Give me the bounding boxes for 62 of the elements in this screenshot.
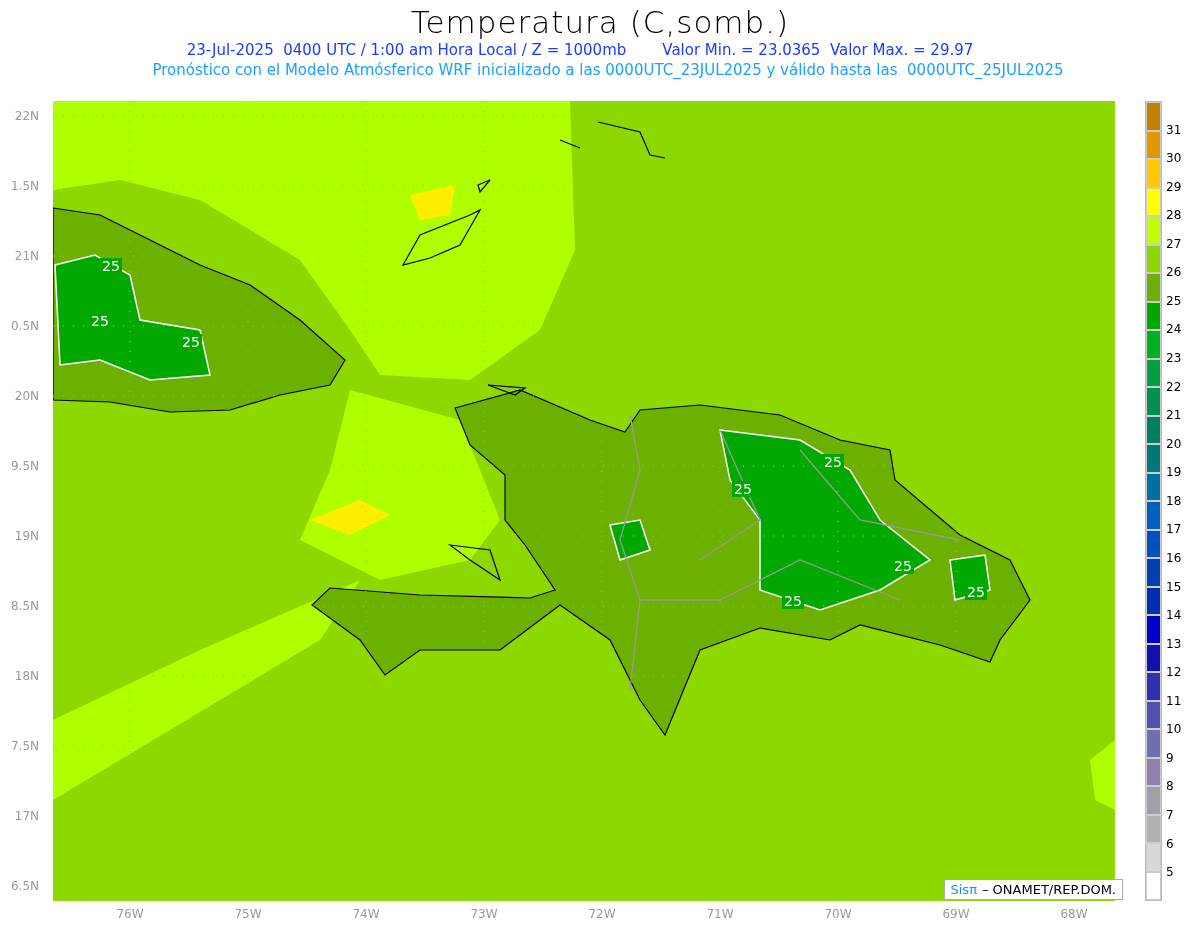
latitude-label: 9.5N bbox=[9, 459, 40, 475]
scale-label: 30 bbox=[1166, 150, 1182, 168]
model-info-text: Pronóstico con el Modelo Atmósferico WRF inicializado a las 0000UTC_23JUL2025 y válido hasta las 0000UTC_25JUL2025 bbox=[152, 60, 1064, 80]
longitude-label: 69W bbox=[941, 907, 971, 921]
longitude-label: 76W bbox=[115, 907, 145, 921]
longitude-label: 71W bbox=[705, 907, 735, 921]
longitude-label: 72W bbox=[587, 907, 617, 921]
scale-label: 13 bbox=[1166, 635, 1182, 653]
latitude-label: 7.5N bbox=[9, 739, 40, 755]
scale-label: 10 bbox=[1166, 721, 1182, 739]
scale-label: 22 bbox=[1166, 378, 1182, 396]
map-title: Temperatura (C,somb.) bbox=[410, 4, 790, 40]
longitude-label: 74W bbox=[351, 907, 381, 921]
latitude-label: 19N bbox=[13, 529, 40, 545]
latitude-label: 18N bbox=[13, 669, 40, 685]
longitude-label: 75W bbox=[233, 907, 263, 921]
latitude-label: 17N bbox=[13, 809, 40, 825]
longitude-label: 70W bbox=[823, 907, 853, 921]
contour-label: 25 bbox=[892, 558, 914, 574]
contour-label: 25 bbox=[89, 313, 111, 329]
credit-text: – ONAMET/REP.DOM. bbox=[981, 882, 1116, 897]
scale-label: 23 bbox=[1166, 350, 1182, 368]
forecast-time-text: 23-Jul-2025 0400 UTC / 1:00 am Hora Local / Z = 1000mb bbox=[186, 40, 627, 60]
latitude-label: 8.5N bbox=[9, 599, 40, 615]
scale-label: 5 bbox=[1166, 864, 1175, 882]
scale-label: 31 bbox=[1166, 121, 1182, 139]
scale-label: 19 bbox=[1166, 464, 1182, 482]
scale-label: 7 bbox=[1166, 807, 1175, 825]
scale-label: 20 bbox=[1166, 435, 1182, 453]
latitude-label: 1.5N bbox=[9, 179, 40, 195]
scale-label: 25 bbox=[1166, 292, 1182, 310]
contour-label: 25 bbox=[180, 334, 202, 350]
contour-label: 25 bbox=[782, 593, 804, 609]
contour-label: 25 bbox=[822, 454, 844, 470]
brand-text: Sisπ bbox=[950, 882, 977, 897]
scale-label: 9 bbox=[1166, 749, 1175, 767]
scale-label: 16 bbox=[1166, 550, 1182, 567]
latitude-label: 6.5N bbox=[9, 879, 40, 895]
latitude-label: 22N bbox=[13, 109, 40, 125]
contour-label: 25 bbox=[965, 584, 987, 600]
latitude-label: 0.5N bbox=[9, 319, 40, 335]
scale-label: 17 bbox=[1166, 521, 1182, 539]
longitude-label: 68W bbox=[1059, 907, 1089, 921]
scale-label: 24 bbox=[1166, 321, 1182, 339]
scale-label: 27 bbox=[1166, 235, 1182, 253]
latitude-label: 21N bbox=[13, 249, 40, 265]
scale-label: 11 bbox=[1166, 692, 1182, 710]
scale-label: 8 bbox=[1166, 778, 1175, 796]
scale-label: 29 bbox=[1166, 178, 1182, 196]
contour-label: 25 bbox=[100, 258, 122, 274]
scale-label: 15 bbox=[1166, 578, 1182, 596]
longitude-label: 73W bbox=[469, 907, 499, 921]
scale-label: 26 bbox=[1166, 264, 1182, 282]
scale-label: 21 bbox=[1166, 407, 1182, 425]
scale-label: 18 bbox=[1166, 492, 1182, 510]
scale-label: 14 bbox=[1166, 607, 1182, 625]
scale-label: 12 bbox=[1166, 664, 1182, 682]
contour-label: 25 bbox=[732, 481, 754, 497]
min-max-text: Valor Min. = 23.0365 Valor Max. = 29.97 bbox=[662, 40, 974, 60]
scale-label: 28 bbox=[1166, 207, 1182, 225]
latitude-label: 20N bbox=[13, 389, 40, 405]
scale-label: 6 bbox=[1166, 835, 1175, 853]
